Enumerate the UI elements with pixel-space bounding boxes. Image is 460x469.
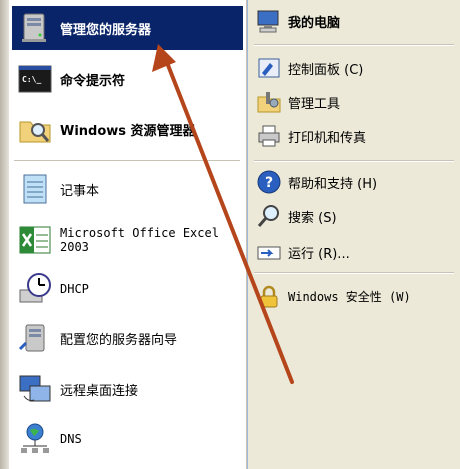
server-wizard-icon	[18, 321, 52, 355]
menu-item-label-line2: 2003	[60, 240, 89, 254]
menu-item-manage-server[interactable]: 管理您的服务器	[12, 6, 243, 50]
menu-item-excel[interactable]: Microsoft Office Excel 2003	[18, 220, 219, 260]
menu-item-label: 帮助和支持 (H)	[288, 176, 378, 192]
menu-item-label: 打印机和传真	[288, 130, 367, 146]
menu-item-label: 管理您的服务器	[60, 22, 152, 38]
menu-item-my-computer[interactable]: 我的电脑	[256, 6, 340, 36]
menu-item-windows-explorer[interactable]: Windows 资源管理器	[18, 110, 196, 148]
menu-item-label: 搜索 (S)	[288, 210, 337, 226]
start-menu-left-pane: 管理您的服务器 C:\_ 命令提示符 Windows 资源管理器 记事本 Mic…	[0, 0, 247, 469]
menu-item-remote-desktop[interactable]: 远程桌面连接	[18, 370, 138, 408]
notepad-icon	[18, 172, 52, 206]
printer-icon	[256, 123, 282, 149]
menu-item-windows-security[interactable]: Windows 安全性 (W)	[256, 283, 411, 311]
menu-item-printers[interactable]: 打印机和传真	[256, 122, 366, 150]
remote-desktop-icon	[18, 372, 52, 406]
menu-item-help[interactable]: ? 帮助和支持 (H)	[256, 168, 377, 196]
menu-item-control-panel[interactable]: 控制面板 (C)	[256, 54, 363, 82]
menu-item-label: 记事本	[60, 183, 100, 199]
menu-item-label: DHCP	[60, 282, 89, 296]
divider	[14, 160, 240, 161]
excel-label-block: Microsoft Office Excel 2003	[60, 226, 219, 254]
menu-item-label: 管理工具	[288, 96, 341, 112]
menu-item-label: 控制面板 (C)	[288, 62, 364, 78]
folder-magnifier-icon	[18, 112, 52, 146]
menu-item-dns[interactable]: DNS	[18, 420, 82, 458]
dhcp-clock-icon	[18, 272, 52, 306]
menu-item-notepad[interactable]: 记事本	[18, 170, 99, 208]
menu-item-label: 配置您的服务器向导	[60, 332, 178, 348]
menu-item-label: 运行 (R)...	[288, 246, 350, 262]
help-icon: ?	[256, 169, 282, 195]
divider-highlight	[254, 161, 454, 162]
run-icon	[256, 239, 282, 265]
divider-highlight	[254, 45, 454, 46]
menu-item-label-line1: Microsoft Office Excel	[60, 226, 219, 240]
menu-item-dhcp[interactable]: DHCP	[18, 270, 89, 308]
svg-text:C:\_: C:\_	[22, 75, 41, 84]
menu-item-label: 命令提示符	[60, 73, 126, 89]
divider-highlight	[254, 273, 454, 274]
menu-item-search[interactable]: 搜索 (S)	[256, 202, 337, 230]
menu-item-run[interactable]: 运行 (R)...	[256, 238, 350, 266]
svg-text:?: ?	[265, 175, 273, 191]
computer-icon	[256, 8, 282, 34]
dns-globe-icon	[18, 422, 52, 456]
menu-item-label: 我的电脑	[288, 15, 341, 31]
menu-item-label: DNS	[60, 432, 82, 446]
menu-item-label: Windows 资源管理器	[60, 123, 196, 139]
left-edge-shadow	[0, 0, 9, 469]
menu-item-admin-tools[interactable]: 管理工具	[256, 88, 340, 116]
start-menu-right-pane: 我的电脑 控制面板 (C) 管理工具 打印机和传真 ? 帮助和支持 (H) 搜索…	[247, 0, 460, 469]
command-prompt-icon: C:\_	[18, 62, 52, 96]
menu-item-label: Windows 安全性 (W)	[288, 290, 411, 304]
admin-tools-icon	[256, 89, 282, 115]
search-icon	[256, 203, 282, 229]
control-panel-icon	[256, 55, 282, 81]
menu-item-configure-server[interactable]: 配置您的服务器向导	[18, 318, 177, 358]
lock-icon	[256, 284, 282, 310]
menu-item-command-prompt[interactable]: C:\_ 命令提示符	[18, 60, 125, 98]
menu-item-label: 远程桌面连接	[60, 383, 139, 399]
server-icon	[18, 11, 52, 45]
excel-icon	[18, 223, 52, 257]
